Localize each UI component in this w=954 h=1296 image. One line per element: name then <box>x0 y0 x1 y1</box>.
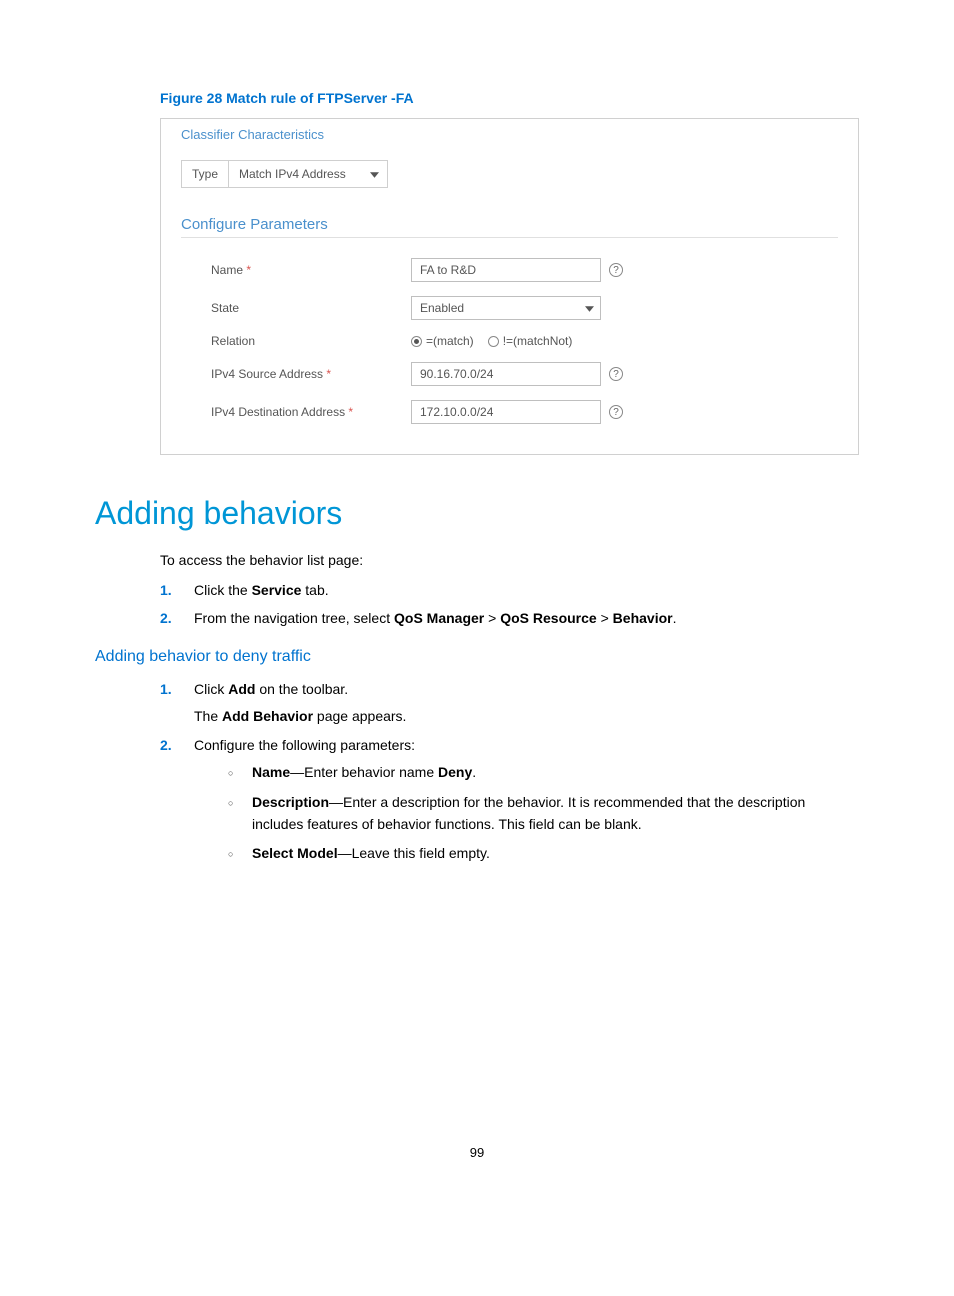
type-select[interactable]: Match IPv4 Address <box>228 160 388 188</box>
configure-parameters-title: Configure Parameters <box>181 216 838 233</box>
row-name: Name * FA to R&D ? <box>181 258 838 282</box>
bullet-description: Description—Enter a description for the … <box>228 792 859 835</box>
text: —Enter a description for the behavior. I… <box>252 794 805 832</box>
classifier-panel: Classifier Characteristics Type Match IP… <box>160 118 859 455</box>
radio-unselected-icon <box>488 336 499 347</box>
deny-steps-list: Click Add on the toolbar. The Add Behavi… <box>160 678 859 865</box>
text: . <box>472 764 476 780</box>
src-label-text: IPv4 Source Address <box>211 367 323 381</box>
bold-text: Add Behavior <box>222 708 313 724</box>
bold-text: Behavior <box>613 610 673 626</box>
relation-radio-match[interactable]: =(match) <box>411 334 474 348</box>
text: tab. <box>301 582 328 598</box>
bold-text: Add <box>228 681 255 697</box>
name-input[interactable]: FA to R&D <box>411 258 601 282</box>
help-icon[interactable]: ? <box>609 263 623 277</box>
row-dst: IPv4 Destination Address * 172.10.0.0/24… <box>181 400 838 424</box>
row-src: IPv4 Source Address * 90.16.70.0/24 ? <box>181 362 838 386</box>
page-number: 99 <box>95 1145 859 1160</box>
text: > <box>484 610 500 626</box>
state-label: State <box>211 301 411 315</box>
state-select[interactable]: Enabled <box>411 296 601 320</box>
text: Configure the following parameters: <box>194 737 415 753</box>
bold-text: Name <box>252 764 290 780</box>
figure-caption: Figure 28 Match rule of FTPServer -FA <box>160 90 859 106</box>
help-icon[interactable]: ? <box>609 367 623 381</box>
bold-text: Service <box>252 582 302 598</box>
type-select-value: Match IPv4 Address <box>239 167 346 181</box>
name-label-text: Name <box>211 263 243 277</box>
name-label: Name * <box>211 263 411 277</box>
relation-opt2-label: !=(matchNot) <box>503 334 573 348</box>
src-input[interactable]: 90.16.70.0/24 <box>411 362 601 386</box>
dst-input[interactable]: 172.10.0.0/24 <box>411 400 601 424</box>
divider <box>181 237 838 238</box>
bold-text: QoS Resource <box>500 610 596 626</box>
caret-down-icon <box>585 301 594 315</box>
bold-text: Description <box>252 794 329 810</box>
panel-title: Classifier Characteristics <box>181 127 838 142</box>
bold-text: Deny <box>438 764 472 780</box>
dst-label: IPv4 Destination Address * <box>211 405 411 419</box>
src-label: IPv4 Source Address * <box>211 367 411 381</box>
relation-radio-matchnot[interactable]: !=(matchNot) <box>488 334 573 348</box>
access-step-2: From the navigation tree, select QoS Man… <box>160 607 859 629</box>
text: The <box>194 708 222 724</box>
access-steps-list: Click the Service tab. From the navigati… <box>160 579 859 630</box>
dst-label-text: IPv4 Destination Address <box>211 405 345 419</box>
deny-step-2: Configure the following parameters: Name… <box>160 734 859 865</box>
text: page appears. <box>313 708 406 724</box>
access-step-1: Click the Service tab. <box>160 579 859 601</box>
intro-text: To access the behavior list page: <box>160 550 859 571</box>
required-asterisk: * <box>348 405 353 419</box>
text: —Leave this field empty. <box>338 845 490 861</box>
deny-step-1: Click Add on the toolbar. The Add Behavi… <box>160 678 859 728</box>
bold-text: QoS Manager <box>394 610 484 626</box>
bullet-name: Name—Enter behavior name Deny. <box>228 762 859 784</box>
bullet-select-model: Select Model—Leave this field empty. <box>228 843 859 865</box>
section-heading: Adding behaviors <box>95 495 859 532</box>
state-select-value: Enabled <box>420 301 464 315</box>
text: Click <box>194 681 228 697</box>
text: > <box>597 610 613 626</box>
type-row: Type Match IPv4 Address <box>181 160 838 188</box>
required-asterisk: * <box>326 367 331 381</box>
type-label: Type <box>181 160 228 188</box>
help-icon[interactable]: ? <box>609 405 623 419</box>
radio-selected-icon <box>411 336 422 347</box>
caret-down-icon <box>370 167 379 181</box>
subheading: Adding behavior to deny traffic <box>95 648 859 666</box>
deny-step-1-note: The Add Behavior page appears. <box>194 706 859 728</box>
text: From the navigation tree, select <box>194 610 394 626</box>
relation-label: Relation <box>211 334 411 348</box>
relation-radio-group: =(match) !=(matchNot) <box>411 334 572 348</box>
row-relation: Relation =(match) !=(matchNot) <box>181 334 838 348</box>
param-bullets: Name—Enter behavior name Deny. Descripti… <box>194 762 859 865</box>
required-asterisk: * <box>246 263 251 277</box>
bold-text: Select Model <box>252 845 338 861</box>
text: Click the <box>194 582 252 598</box>
relation-opt1-label: =(match) <box>426 334 474 348</box>
row-state: State Enabled <box>181 296 838 320</box>
text: . <box>673 610 677 626</box>
text: on the toolbar. <box>255 681 348 697</box>
text: —Enter behavior name <box>290 764 438 780</box>
